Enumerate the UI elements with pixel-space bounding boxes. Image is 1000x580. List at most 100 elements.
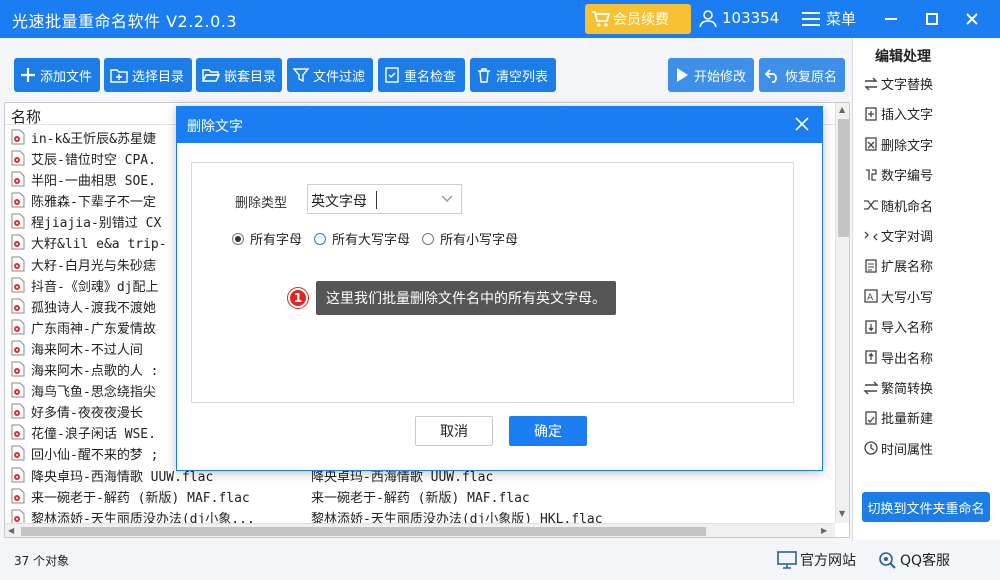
play-icon [677,68,688,82]
table-row[interactable]: 来一碗老于-解药 (新版) MAF.flac 来一碗老于-解药 (新版) MAF.… [5,485,835,506]
radio-label: 所有字母 [250,233,303,248]
select-dir-label: 选择目录 [132,69,185,85]
scroll-right-icon[interactable]: ▶ [821,526,827,535]
panel-item-label: 时间属性 [881,442,934,458]
vip-renew-button[interactable]: 会员续费 [585,4,691,34]
file-filter-button[interactable]: 文件过滤 [287,58,373,92]
status-bar: 37 个对象 官方网站 QQ客服 [0,540,1000,580]
panel-item-number-sequence[interactable]: 数字编号 [863,165,933,184]
vip-label: 会员续费 [613,12,669,28]
rename-check-label: 重名检查 [404,69,457,85]
file-original-name: 孤独诗人-渡我不渡她 [31,300,156,316]
clear-list-button[interactable]: 清空列表 [470,58,556,92]
file-original-name: 海来阿木-不过人间 [31,342,143,358]
panel-item-swap-text[interactable]: 文字对调 [863,226,933,245]
file-original-name: 陈雅森-下辈子不一定 [31,195,156,211]
audio-file-icon [11,424,25,440]
clear-list-label: 清空列表 [496,69,549,85]
restore-name-button[interactable]: 恢复原名 [759,58,845,92]
monitor-icon [777,551,797,569]
delete-text-dialog: 删除文字 删除类型 英文字母 所有字母 所有大写字母 所有小写字母 1 这里我们… [176,106,823,471]
replace-icon [864,77,878,90]
radio-all-letters[interactable]: 所有字母 [232,229,302,248]
panel-title: 编辑处理 [875,49,931,65]
panel-item-export-names[interactable]: 导出名称 [863,348,933,367]
panel-item-label: 导出名称 [881,351,934,367]
panel-item-label: 删除文字 [881,138,934,154]
export-icon [865,350,877,364]
minimize-icon [885,18,897,20]
panel-item-label: 插入文字 [881,108,934,124]
title-bar: 光速批量重命名软件 V2.2.0.3 会员续费 103354 菜单 [0,0,1000,38]
panel-item-random-name[interactable]: 随机命名 [863,196,933,215]
minimize-button[interactable] [878,6,904,32]
vertical-scrollbar[interactable]: ▲ ▼ [835,103,849,523]
add-file-button[interactable]: 添加文件 [14,58,100,92]
delete-type-value: 英文字母 [311,194,367,210]
audio-file-icon [11,256,25,272]
edit-panel: 编辑处理 文字替换插入文字删除文字数字编号随机命名文字对调扩展名称 A 大写小写导入… [852,38,1000,540]
qq-support-link[interactable]: QQ客服 [877,550,950,570]
number-icon [866,169,877,181]
delete-type-select[interactable]: 英文字母 [307,184,462,214]
file-new-name: 来一碗老于-解药 (新版) MAF.flac [311,490,530,506]
file-original-name: 回小仙-醒不来的梦 ; [31,448,159,464]
panel-item-insert-text[interactable]: 插入文字 [863,104,933,123]
dialog-close-button[interactable] [795,117,809,135]
panel-item-batch-create[interactable]: 批量新建 [863,408,933,427]
audio-file-icon [11,340,25,356]
column-header-name[interactable]: 名称 [11,106,41,127]
file-original-name: 大籽-白月光与朱砂痣 [31,258,156,274]
start-modify-button[interactable]: 开始修改 [668,58,754,92]
panel-item-import-names[interactable]: 导入名称 [863,317,933,336]
file-original-name: 好多倩-夜夜夜漫长 [31,406,143,422]
confirm-button[interactable]: 确定 [509,416,587,446]
audio-file-icon [11,129,25,145]
rename-check-button[interactable]: 重名检查 [378,58,465,92]
select-dir-button[interactable]: 选择目录 [104,58,192,92]
plus-icon [21,68,35,82]
audio-file-icon [11,467,25,482]
horizontal-scroll-thumb[interactable] [21,527,706,536]
scroll-up-icon[interactable]: ▲ [839,105,845,114]
audio-file-icon [11,382,25,398]
clock-icon [864,441,878,455]
radio-dot [232,232,244,245]
delete-type-label: 删除类型 [235,196,288,211]
scroll-down-icon[interactable]: ▼ [839,509,845,518]
vertical-scroll-thumb[interactable] [838,119,849,237]
panel-item-label: 繁简转换 [881,382,934,397]
document-check-icon [385,67,399,83]
audio-file-icon [11,298,25,314]
horizontal-scrollbar[interactable]: ◀ ▶ [5,523,835,537]
maximize-button[interactable] [919,6,945,32]
panel-item-time-attributes[interactable]: 时间属性 [863,439,933,458]
file-original-name: 来一碗老于-解药 (新版) MAF.flac [31,490,250,506]
nested-dir-button[interactable]: 嵌套目录 [196,58,282,92]
audio-file-icon [11,213,25,229]
folder-plus-icon [110,69,128,83]
undo-icon [765,69,777,83]
panel-item-extension-name[interactable]: 扩展名称 [863,256,933,275]
radio-dot [314,232,327,245]
scroll-left-icon[interactable]: ◀ [8,526,14,535]
file-original-name: 花僮-浪子闲话 WSE. [31,427,156,443]
tip-text: 这里我们批量删除文件名中的所有英文字母。 [316,281,616,315]
radio-all-uppercase[interactable]: 所有大写字母 [314,229,410,248]
audio-file-icon [11,361,25,377]
file-filter-label: 文件过滤 [313,69,366,85]
user-account[interactable]: 103354 [698,8,779,28]
panel-item-replace-text[interactable]: 文字替换 [863,74,933,93]
cancel-button[interactable]: 取消 [415,416,493,446]
radio-all-lowercase[interactable]: 所有小写字母 [422,229,518,248]
switch-folder-rename-button[interactable]: 切换到文件夹重命名 [862,492,990,522]
official-website-link[interactable]: 官方网站 [777,550,856,570]
panel-item-trad-simp-convert[interactable]: 繁简转换 [863,378,933,397]
user-icon [699,10,717,28]
close-window-button[interactable] [959,6,985,32]
menu-button[interactable]: 菜单 [802,8,856,29]
radio-label: 所有小写字母 [440,233,519,248]
file-original-name: in-k&王忻辰&苏星婕 [31,132,156,147]
panel-item-letter-case[interactable]: A 大写小写 [863,287,933,306]
panel-item-delete-text[interactable]: 删除文字 [863,135,933,154]
